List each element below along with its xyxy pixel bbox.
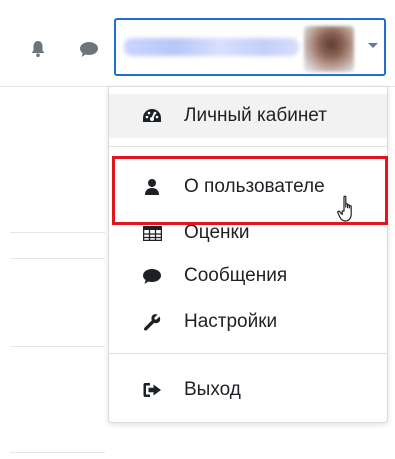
menu-label: Сообщения (184, 265, 288, 286)
table-icon (142, 223, 162, 243)
comment-icon (142, 266, 162, 286)
page-divider (10, 232, 105, 233)
user-menu-toggle[interactable] (114, 18, 386, 76)
dashboard-gauge-icon (142, 106, 162, 126)
page-divider (10, 346, 105, 347)
avatar (304, 26, 354, 72)
user-dropdown-menu: Личный кабинет О пользователе Оценки Соо… (108, 86, 388, 423)
page-divider (10, 258, 105, 259)
top-navbar (0, 0, 395, 86)
menu-divider (109, 353, 387, 354)
menu-label: Настройки (184, 311, 278, 332)
wrench-icon (142, 312, 162, 332)
menu-item-dashboard[interactable]: Личный кабинет (109, 94, 387, 138)
menu-label: Выход (184, 379, 241, 400)
caret-down-icon (368, 43, 378, 48)
page-divider (10, 452, 105, 453)
menu-label: Оценки (184, 222, 250, 243)
chat-icon[interactable] (78, 38, 100, 60)
bell-icon[interactable] (27, 38, 49, 60)
hand-pointer-cursor-icon (337, 195, 359, 225)
menu-item-logout[interactable]: Выход (109, 368, 387, 412)
menu-item-preferences[interactable]: Настройки (109, 300, 387, 344)
user-name-blurred (124, 38, 299, 56)
menu-label: Личный кабинет (184, 105, 327, 126)
menu-item-messages[interactable]: Сообщения (109, 254, 387, 298)
sign-out-icon (142, 380, 162, 400)
menu-divider (109, 146, 387, 147)
